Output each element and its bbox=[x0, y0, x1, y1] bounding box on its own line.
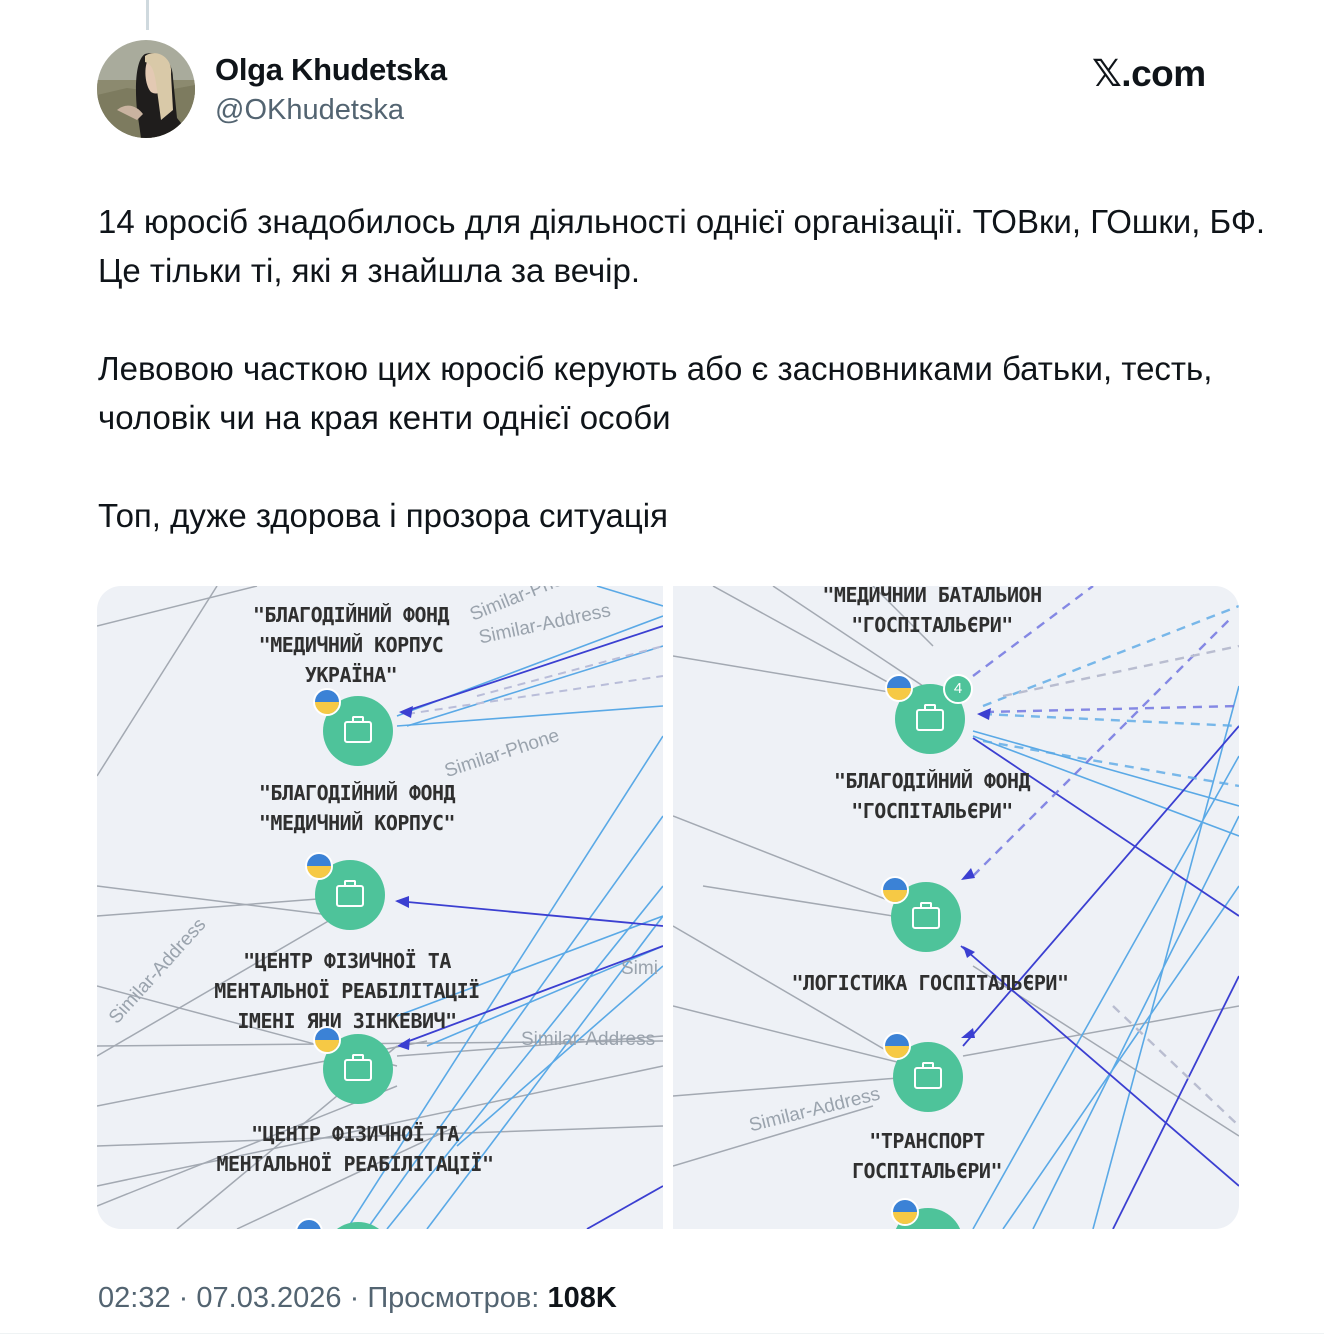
connection-count-badge: 4 bbox=[943, 674, 973, 704]
briefcase-icon bbox=[336, 880, 364, 907]
media-image-left[interactable]: Similar-Phone Similar-Address Similar-Ph… bbox=[97, 586, 663, 1229]
node-label: "ЦЕНТР ФІЗИЧНОЇ ТА МЕНТАЛЬНОЇ РЕАБІЛІТАЦ… bbox=[216, 1122, 494, 1176]
tweet-date[interactable]: 07.03.2026 bbox=[196, 1282, 341, 1314]
author-name[interactable]: Olga Khudetska bbox=[215, 52, 447, 88]
briefcase-icon bbox=[916, 704, 944, 731]
meta-separator: · bbox=[349, 1282, 360, 1314]
tweet-media[interactable]: Similar-Phone Similar-Address Similar-Ph… bbox=[97, 586, 1239, 1229]
node-label: "БЛАГОДІЙНИЙ ФОНД "ГОСПІТАЛЬЄРИ" bbox=[833, 769, 1031, 823]
node-label: "БЛАГОДІЙНИЙ ФОНД "МЕДИЧНИЙ КОРПУС УКРАЇ… bbox=[252, 603, 450, 687]
x-logo: 𝕏.com bbox=[1092, 53, 1206, 94]
node-label: "ТРАНСПОРТ ГОСПІТАЛЬЄРИ" bbox=[851, 1129, 1003, 1183]
briefcase-icon bbox=[344, 716, 372, 743]
views-count: 108K bbox=[547, 1282, 617, 1314]
divider bbox=[0, 1333, 1324, 1334]
tweet-text: 14 юросіб знадобилось для діяльності одн… bbox=[98, 197, 1278, 540]
briefcase-icon bbox=[344, 1054, 372, 1081]
ukraine-flag-icon bbox=[313, 1026, 341, 1054]
thread-connector bbox=[146, 0, 149, 30]
node-label: "ЦЕНТР ФІЗИЧНОЇ ТА МЕНТАЛЬНОЇ РЕАБІЛІТАЦ… bbox=[214, 949, 480, 1033]
tweet-time[interactable]: 02:32 bbox=[98, 1282, 171, 1314]
tweet-paragraph: Левовою часткою цих юросіб керують або є… bbox=[98, 350, 1213, 436]
meta-separator: · bbox=[178, 1282, 189, 1314]
node-label: "БЛАГОДІЙНИЙ ФОНД "МЕДИЧНИЙ КОРПУС" bbox=[258, 781, 456, 835]
media-image-right[interactable]: Similar-Address "МЕДИЧНИЙ БАТАЛЬЙОН "ГОС… bbox=[673, 586, 1239, 1229]
edge-label: Similar-Address bbox=[521, 1029, 656, 1050]
views-label: Просмотров: bbox=[367, 1282, 540, 1314]
tweet-meta: 02:32 · 07.03.2026 · Просмотров: 108K bbox=[98, 1282, 617, 1315]
ukraine-flag-icon bbox=[881, 876, 909, 904]
ukraine-flag-icon bbox=[305, 852, 333, 880]
edge-label: Simi bbox=[621, 958, 658, 979]
briefcase-icon bbox=[912, 902, 940, 929]
author-handle[interactable]: @OKhudetska bbox=[215, 94, 404, 127]
node-label: "МЕДИЧНИЙ БАТАЛЬЙОН "ГОСПІТАЛЬЄРИ" bbox=[822, 586, 1042, 637]
tweet-paragraph: Топ, дуже здорова і прозора ситуація bbox=[98, 497, 668, 534]
briefcase-icon bbox=[914, 1062, 942, 1089]
tweet-paragraph: 14 юросіб знадобилось для діяльності одн… bbox=[98, 203, 1266, 289]
node-label: "ЛОГІСТИКА ГОСПІТАЛЬЄРИ" bbox=[791, 971, 1069, 995]
avatar[interactable] bbox=[97, 40, 195, 138]
ukraine-flag-icon bbox=[891, 1198, 919, 1226]
ukraine-flag-icon bbox=[883, 1032, 911, 1060]
ukraine-flag-icon bbox=[313, 688, 341, 716]
ukraine-flag-icon bbox=[885, 674, 913, 702]
